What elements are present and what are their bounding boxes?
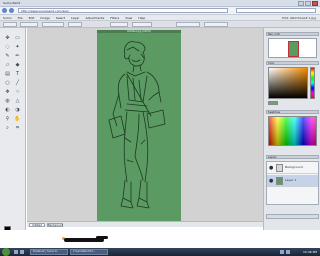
tool-option-6[interactable] — [132, 22, 152, 27]
options-toolbar — [0, 21, 320, 28]
address-bar: http://www.sumopaint.com/app/ — [0, 7, 320, 15]
window-title: Sumo Paint — [3, 1, 20, 5]
tool-option-3[interactable] — [42, 22, 64, 27]
zoom-icon[interactable]: ⌕ — [3, 124, 12, 132]
swatches-palette[interactable] — [268, 116, 317, 146]
tool-option-8[interactable] — [204, 22, 228, 27]
doc-tab-background[interactable]: Background — [47, 223, 63, 227]
taskbar-item-sumopaint[interactable]: 2 SumoPaint Ed... — [70, 249, 108, 255]
eyedropper-icon[interactable]: ⚲ — [3, 115, 12, 123]
doc-tab-untitled[interactable]: Untitled — [29, 223, 45, 227]
bucket-icon[interactable]: ◆ — [13, 61, 22, 69]
canvas-area: Untitled.jpg (100%) — [27, 28, 263, 221]
layers-header[interactable]: Layers — [266, 155, 319, 159]
menu-view[interactable]: View — [125, 15, 132, 20]
hue-slider[interactable] — [310, 67, 315, 99]
back-button[interactable] — [2, 8, 7, 13]
tool-option-4[interactable] — [68, 22, 82, 27]
layer-tools-bar[interactable] — [266, 214, 319, 219]
pencil-icon[interactable]: ✏ — [13, 52, 22, 60]
url-input[interactable]: http://www.sumopaint.com/app/ — [18, 8, 228, 13]
dodge-icon[interactable]: ◐ — [3, 106, 12, 114]
close-button[interactable] — [312, 1, 318, 6]
smudge-icon[interactable]: ☜ — [13, 88, 22, 96]
lasso-icon[interactable]: ◌ — [3, 43, 12, 51]
select-icon[interactable]: ▭ — [13, 34, 22, 42]
menu-edit[interactable]: Edit — [29, 15, 35, 20]
shape-icon[interactable]: ○ — [3, 79, 12, 87]
right-panels: Nav | Info Color Swatches Layers ● Backg… — [263, 28, 320, 230]
eye-icon[interactable]: ● — [269, 165, 273, 171]
drawing-canvas[interactable]: Untitled.jpg (100%) — [97, 30, 181, 221]
menu-layer[interactable]: Layer — [71, 15, 79, 20]
navigator-preview[interactable] — [268, 38, 317, 58]
navigator-header[interactable]: Nav | Info — [266, 32, 319, 36]
swatches-header[interactable]: Swatches — [266, 110, 319, 114]
start-button[interactable] — [2, 248, 10, 256]
burn-icon[interactable]: ◑ — [13, 106, 22, 114]
taskbar-item-facebook[interactable]: Facebook | Sumo P... — [30, 249, 68, 255]
layer-name: Background — [285, 165, 303, 169]
gradient-icon[interactable]: ▤ — [3, 70, 12, 78]
menu-adjustments[interactable]: Adjustments — [85, 15, 104, 20]
line-art-figure — [108, 41, 166, 209]
taskbar: Facebook | Sumo P... 2 SumoPaint Ed... 1… — [0, 248, 320, 256]
tool-option-5[interactable] — [110, 22, 128, 27]
line-icon[interactable]: ╱ — [13, 79, 22, 87]
hand-icon[interactable]: ✋ — [13, 115, 22, 123]
window-titlebar: Sumo Paint — [0, 0, 320, 7]
eye-icon[interactable]: ● — [269, 178, 273, 184]
menu-file[interactable]: File — [18, 15, 23, 20]
quicklaunch-icon[interactable] — [20, 250, 24, 254]
layer-name: Layer 1 — [285, 178, 297, 182]
layer-thumbnail — [276, 164, 283, 172]
brush-icon[interactable]: ✎ — [3, 52, 12, 60]
picked-color-swatch — [268, 101, 278, 105]
tool-option-2[interactable] — [20, 22, 38, 27]
tool-option-7[interactable] — [176, 22, 200, 27]
layer-row-background[interactable]: ● Background — [267, 162, 318, 174]
menu-sumo[interactable]: Sumo — [3, 15, 12, 20]
sharpen-icon[interactable]: △ — [13, 97, 22, 105]
window-controls — [298, 1, 318, 6]
status-strip — [0, 230, 320, 248]
crop-icon[interactable]: ⌗ — [13, 124, 22, 132]
menu-filters[interactable]: Filters — [110, 15, 119, 20]
layer-row-layer1[interactable]: ● Layer 1 — [267, 175, 318, 187]
wand-icon[interactable]: ✦ — [13, 43, 22, 51]
text-icon[interactable]: T — [13, 70, 22, 78]
navigator-thumbnail — [288, 41, 299, 57]
menu-help[interactable]: Help — [138, 15, 145, 20]
tray-icon[interactable] — [280, 250, 284, 254]
tool-grid: ✥ ▭ ◌ ✦ ✎ ✏ ▱ ◆ ▤ T ○ ╱ ❖ ☜ ◍ △ ◐ ◑ ⚲ ✋ … — [3, 34, 22, 132]
layers-list: ● Background ● Layer 1 — [266, 161, 319, 205]
maximize-button[interactable] — [305, 1, 311, 6]
tools-palette: ✥ ▭ ◌ ✦ ✎ ✏ ▱ ◆ ▤ T ○ ╱ ❖ ☜ ◍ △ ◐ ◑ ⚲ ✋ … — [0, 28, 26, 236]
tool-option-1[interactable] — [3, 22, 17, 27]
black-scribble-2 — [96, 236, 108, 239]
layer-thumbnail — [276, 177, 283, 185]
tray-icon[interactable] — [286, 250, 290, 254]
minimize-button[interactable] — [298, 1, 304, 6]
forward-button[interactable] — [9, 8, 14, 13]
clone-icon[interactable]: ❖ — [3, 88, 12, 96]
quicklaunch-icon[interactable] — [14, 250, 18, 254]
document-tabs: Untitled Background — [27, 221, 263, 227]
search-input[interactable] — [236, 8, 316, 13]
clock: 10:46 PM — [303, 250, 317, 254]
menu-select[interactable]: Select — [56, 15, 65, 20]
colors-header[interactable]: Color — [266, 61, 319, 65]
move-icon[interactable]: ✥ — [3, 34, 12, 42]
eraser-icon[interactable]: ▱ — [3, 61, 12, 69]
menu-image[interactable]: Image — [40, 15, 49, 20]
color-picker[interactable] — [268, 67, 308, 99]
blur-icon[interactable]: ◍ — [3, 97, 12, 105]
